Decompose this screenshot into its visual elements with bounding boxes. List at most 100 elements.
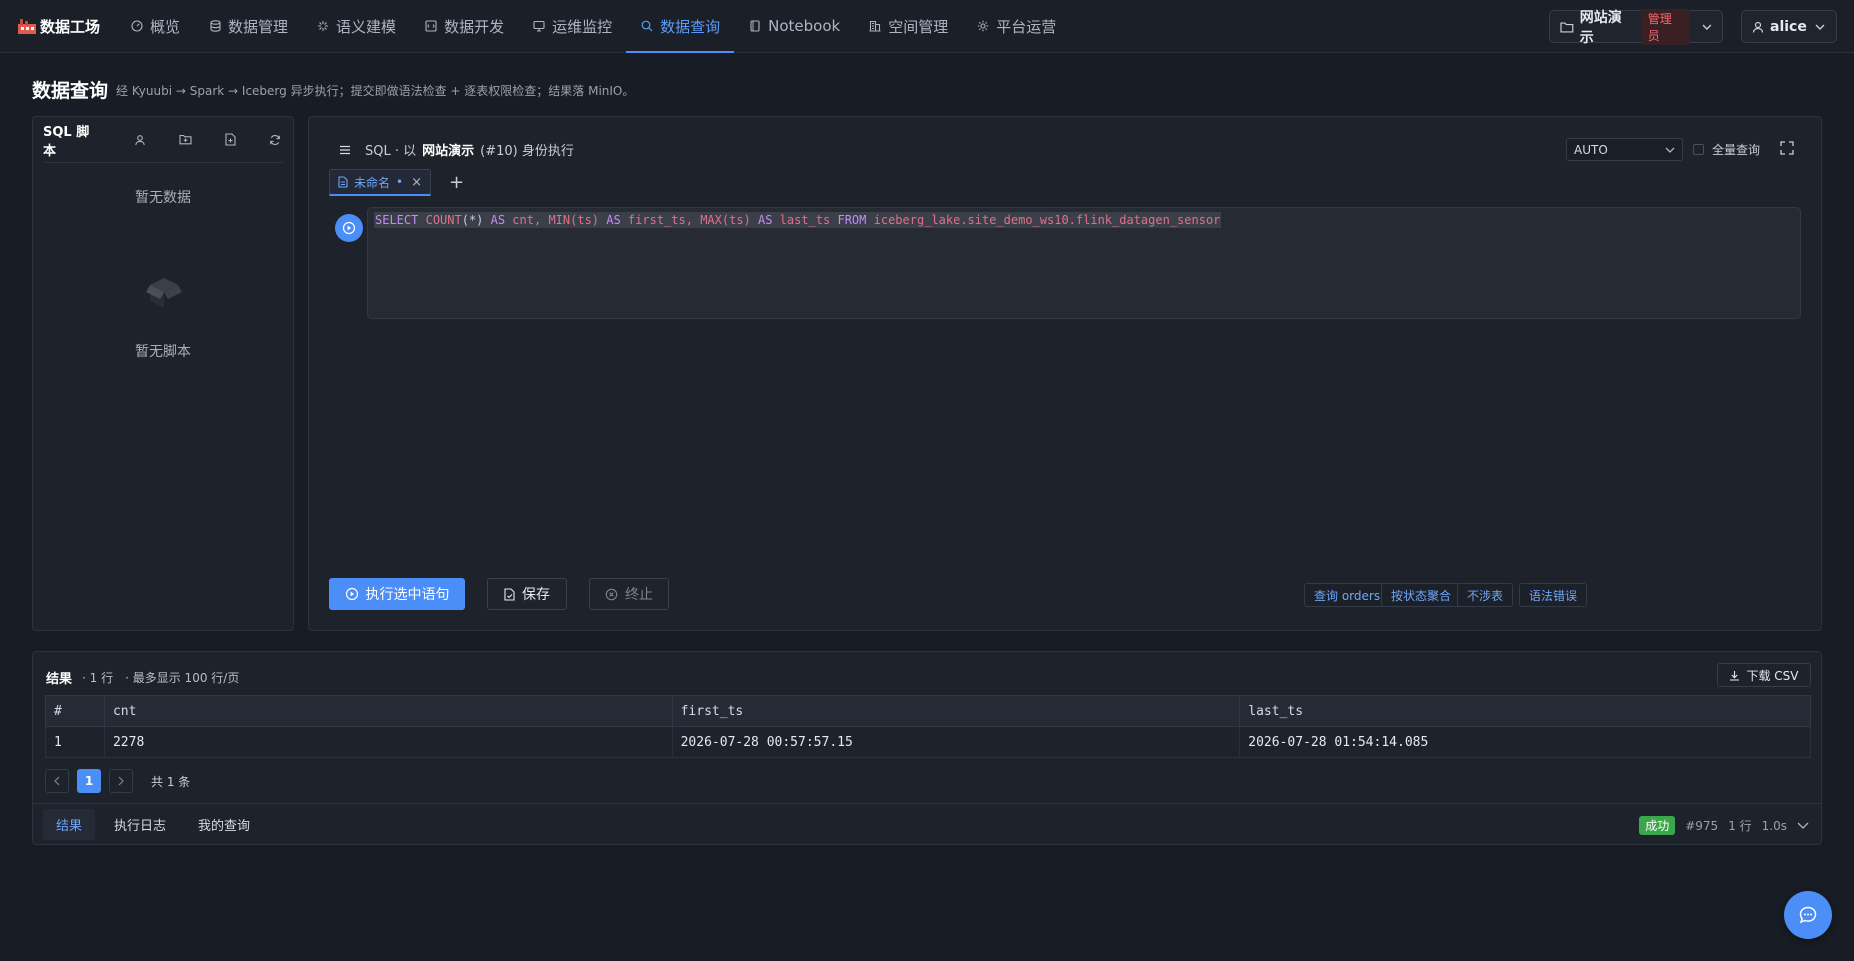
editor-tab[interactable]: 未命名 • × (329, 169, 431, 196)
nav-item-4[interactable]: 运维监控 (518, 0, 626, 53)
monitor-icon (532, 19, 546, 33)
pagination-total: 共 1 条 (151, 774, 191, 789)
stop-button[interactable]: 终止 (589, 578, 669, 610)
scripts-panel-header: SQL 脚本 (43, 117, 283, 163)
chevron-down-icon[interactable] (1797, 822, 1809, 829)
save-file-icon (504, 587, 515, 601)
tab-my-queries[interactable]: 我的查询 (185, 809, 263, 840)
user-menu[interactable]: alice (1741, 10, 1837, 43)
code-token: last_ts (772, 213, 838, 227)
chat-assistant-button[interactable] (1784, 891, 1832, 939)
table-cell: 1 (45, 726, 105, 758)
full-query-checkbox[interactable]: 全量查询 (1693, 141, 1760, 158)
editor-header-suffix: (#10) 身份执行 (480, 144, 574, 159)
column-header[interactable]: # (45, 695, 105, 727)
column-header[interactable]: cnt (103, 695, 673, 727)
add-tab-button[interactable]: + (449, 172, 464, 193)
sql-editor-panel: SQL · 以 网站演示 (#10) 身份执行 AUTO 全量查询 未命名 • … (308, 116, 1822, 631)
code-token: first_ts, (620, 213, 701, 227)
new-script-button[interactable] (223, 131, 238, 149)
nav-item-label: 平台运营 (996, 17, 1057, 36)
status-badge: 成功 (1639, 816, 1676, 835)
nav-item-1[interactable]: 数据管理 (194, 0, 302, 53)
checkbox-box[interactable] (1693, 144, 1704, 155)
code-token: MAX (700, 213, 722, 227)
page-title: 数据查询 (32, 80, 109, 102)
full-query-label: 全量查询 (1712, 143, 1761, 157)
nav-item-label: 数据管理 (228, 17, 289, 36)
sql-code-editor[interactable]: SELECT COUNT(*) AS cnt, MIN(ts) AS first… (367, 207, 1801, 319)
stop-label: 终止 (625, 587, 653, 603)
run-selected-button[interactable]: 执行选中语句 (329, 578, 465, 610)
tab-execution-log[interactable]: 执行日志 (101, 809, 179, 840)
pagination: 1 共 1 条 (45, 769, 190, 793)
query-rows: 1 行 (1728, 819, 1752, 833)
next-page-button[interactable] (109, 769, 133, 793)
download-csv-button[interactable]: 下载 CSV (1717, 663, 1811, 687)
role-badge: 管理员 (1640, 8, 1691, 45)
save-button[interactable]: 保存 (487, 578, 567, 610)
gauge-icon (130, 19, 144, 33)
user-name: alice (1770, 18, 1807, 35)
snippet-button-1[interactable]: 按状态聚合 (1381, 583, 1462, 607)
notebook-icon (748, 19, 762, 33)
tab-results[interactable]: 结果 (43, 809, 96, 840)
menu-icon[interactable] (339, 145, 351, 155)
building-icon (868, 19, 882, 33)
nav-item-label: 数据开发 (444, 17, 505, 36)
gear-icon (976, 19, 990, 33)
workspace-select[interactable]: 网站演示 管理员 (1549, 8, 1723, 46)
results-row-count: · 1 行 (82, 671, 114, 685)
chevron-down-icon (1815, 24, 1825, 30)
nav-item-3[interactable]: 数据开发 (410, 0, 518, 53)
nav-item-0[interactable]: 概览 (116, 0, 194, 53)
code-file-icon (424, 19, 438, 33)
chat-bubble-icon (1799, 906, 1817, 924)
results-page-size: · 最多显示 100 行/页 (125, 671, 240, 685)
scripts-panel-title: SQL 脚本 (43, 124, 90, 159)
nav-item-6[interactable]: Notebook (734, 0, 854, 53)
download-csv-label: 下载 CSV (1746, 668, 1799, 683)
table-body: 1 2278 2026-07-28 00:57:57.15 2026-07-28 01… (45, 726, 1811, 758)
engine-select[interactable]: AUTO (1566, 138, 1683, 161)
code-token: SELECT (375, 213, 419, 227)
refresh-button[interactable] (268, 131, 283, 149)
page-number-button[interactable]: 1 (77, 769, 101, 793)
folder-icon (1560, 21, 1574, 32)
results-table: # cnt first_ts last_ts 1 2278 2026-07-28 00:5… (45, 695, 1811, 758)
fullscreen-icon[interactable] (1779, 140, 1795, 156)
user-icon (1752, 21, 1764, 33)
table-cell: 2026-07-28 01:54:14.085 (1239, 726, 1811, 758)
code-token: FROM (837, 213, 867, 227)
code-token: MIN (548, 213, 571, 227)
nav-item-label: 语义建模 (336, 17, 397, 36)
nav-item-2[interactable]: 语义建模 (302, 0, 410, 53)
code-token: cnt, (505, 213, 549, 227)
search-icon (640, 19, 654, 33)
close-tab-icon[interactable]: × (411, 175, 422, 190)
nav-item-7[interactable]: 空间管理 (854, 0, 962, 53)
code-line-1: SELECT COUNT(*) AS cnt, MIN(ts) AS first… (374, 212, 1222, 228)
new-folder-button[interactable] (178, 131, 193, 149)
code-token: iceberg_lake.site_demo_ws10.flink_datage… (866, 213, 1221, 227)
download-icon (1730, 670, 1740, 681)
snippet-button-0[interactable]: 查询 orders (1304, 583, 1391, 607)
column-header[interactable]: last_ts (1239, 695, 1811, 727)
snippet-button-3[interactable]: 语法错误 (1519, 583, 1588, 607)
run-line-button[interactable] (335, 214, 363, 242)
database-icon (208, 19, 222, 33)
save-label: 保存 (522, 587, 550, 603)
brand[interactable]: 数据工场 (18, 16, 100, 37)
engine-value: AUTO (1574, 142, 1608, 157)
column-header[interactable]: first_ts (671, 695, 1241, 727)
refresh-icon (270, 134, 281, 145)
snippet-button-2[interactable]: 不涉表 (1457, 583, 1514, 607)
my-scripts-button[interactable] (133, 131, 148, 149)
nav-item-8[interactable]: 平台运营 (962, 0, 1070, 53)
unsaved-dot: • (396, 175, 404, 189)
nav-item-5[interactable]: 数据查询 (626, 0, 735, 53)
prev-page-button[interactable] (45, 769, 69, 793)
stop-circle-icon (605, 588, 618, 600)
empty-scripts-text: 暂无脚本 (135, 344, 191, 360)
table-header-row: # cnt first_ts last_ts (45, 695, 1811, 727)
